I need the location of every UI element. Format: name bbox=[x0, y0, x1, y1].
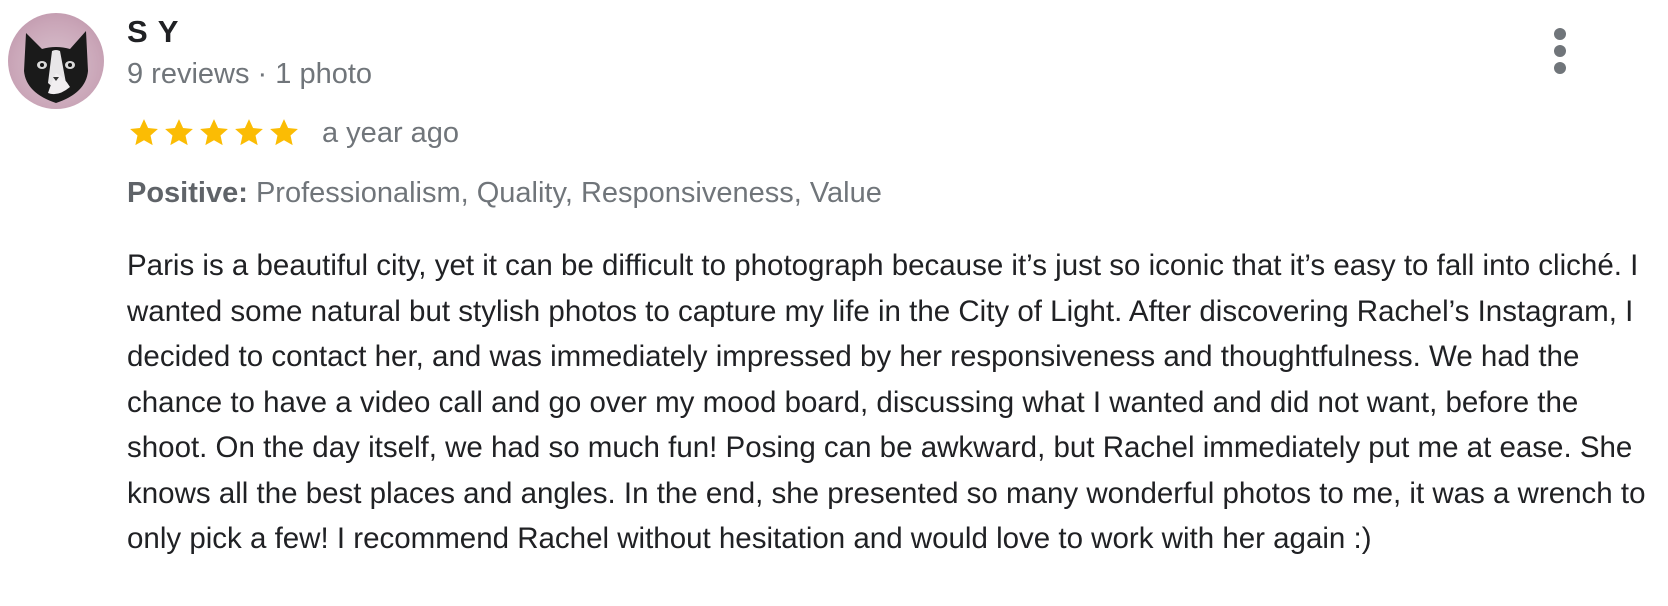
more-vert-dot bbox=[1554, 62, 1566, 74]
star-rating bbox=[127, 116, 302, 150]
avatar[interactable] bbox=[8, 13, 104, 109]
attributes-label: Positive: bbox=[127, 177, 248, 209]
more-vert-dot bbox=[1554, 45, 1566, 57]
more-vert-icon bbox=[1554, 28, 1566, 40]
cat-face-avatar-icon bbox=[24, 31, 88, 103]
author-meta[interactable]: 9 reviews · 1 photo bbox=[127, 56, 372, 92]
review-card: S Y 9 reviews · 1 photo a year ago Posit… bbox=[0, 0, 1668, 606]
star-icon bbox=[270, 119, 298, 146]
more-options-button[interactable] bbox=[1545, 26, 1575, 76]
review-text: Paris is a beautiful city, yet it can be… bbox=[127, 249, 1646, 555]
star-icon bbox=[200, 119, 228, 146]
star-icon bbox=[165, 119, 193, 146]
rating-row: a year ago bbox=[127, 113, 459, 153]
attributes-values: Professionalism, Quality, Responsiveness… bbox=[255, 177, 882, 209]
star-icon bbox=[130, 119, 158, 146]
review-time: a year ago bbox=[322, 117, 460, 149]
author-name[interactable]: S Y bbox=[127, 14, 179, 50]
review-attributes: Positive: Professionalism, Quality, Resp… bbox=[127, 175, 882, 211]
star-icon bbox=[235, 119, 263, 146]
